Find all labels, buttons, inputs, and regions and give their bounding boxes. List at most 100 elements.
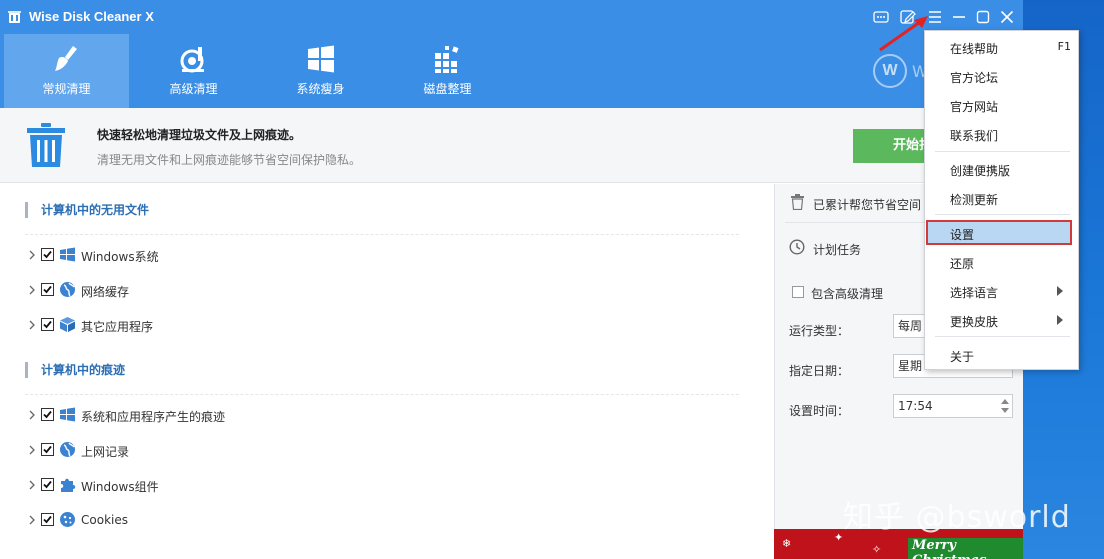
time-input[interactable]: 17:54 xyxy=(893,394,1013,418)
menu-item-label: 创建便携版 xyxy=(950,164,1011,178)
tab-system-slim[interactable]: 系统瘦身 xyxy=(258,34,383,108)
checkbox[interactable] xyxy=(41,478,54,491)
chevron-right-icon[interactable] xyxy=(27,408,37,422)
menu-item-language[interactable]: 选择语言 xyxy=(926,278,1077,303)
menu-item-forum[interactable]: 官方论坛 xyxy=(926,63,1077,88)
trash-small-icon xyxy=(791,194,804,210)
menu-item-label: 关于 xyxy=(950,350,975,364)
broom-icon xyxy=(55,46,77,71)
list-item-label: Windows组件 xyxy=(81,480,159,494)
globe-icon xyxy=(60,442,75,457)
box-icon xyxy=(60,317,75,332)
tab-advanced-clean[interactable]: 高级清理 xyxy=(131,34,256,108)
snowflake-icon: ❄ xyxy=(782,537,792,550)
submenu-arrow-icon xyxy=(1057,315,1063,325)
minimize-icon[interactable] xyxy=(950,8,968,26)
menu-separator xyxy=(935,151,1070,152)
menu-item-online-help[interactable]: 在线帮助 F1 xyxy=(926,34,1077,59)
divider xyxy=(25,394,739,395)
cookie-icon xyxy=(60,512,75,527)
checkbox[interactable] xyxy=(41,513,54,526)
list-item-label: Cookies xyxy=(81,513,128,527)
main-dropdown-menu: 在线帮助 F1 官方论坛 官方网站 联系我们 创建便携版 检测更新 设置 还原 … xyxy=(924,30,1079,370)
tab-label: 常规清理 xyxy=(42,82,91,96)
menu-item-label: 官方网站 xyxy=(950,100,999,114)
checkbox[interactable] xyxy=(41,283,54,296)
divider xyxy=(25,234,739,235)
app-logo-icon xyxy=(8,11,21,23)
checkbox[interactable] xyxy=(41,318,54,331)
list-item-label: 网络缓存 xyxy=(81,285,130,299)
menu-item-about[interactable]: 关于 xyxy=(926,342,1077,367)
menu-separator xyxy=(935,214,1070,215)
tab-label: 高级清理 xyxy=(169,82,218,96)
menu-separator xyxy=(935,336,1070,337)
menu-item-label: 联系我们 xyxy=(950,129,999,143)
menu-item-label: 在线帮助 xyxy=(950,42,999,56)
submenu-arrow-icon xyxy=(1057,286,1063,296)
checkbox[interactable] xyxy=(41,248,54,261)
menu-item-label: 更换皮肤 xyxy=(950,315,999,329)
list-item-label: 系统和应用程序产生的痕迹 xyxy=(81,410,226,424)
section-heading-traces: 计算机中的痕迹 xyxy=(25,362,125,378)
menu-item-skin[interactable]: 更换皮肤 xyxy=(926,307,1077,332)
menu-item-contact[interactable]: 联系我们 xyxy=(926,121,1077,146)
windows-icon xyxy=(60,407,75,422)
chevron-right-icon[interactable] xyxy=(27,283,37,297)
menu-item-website[interactable]: 官方网站 xyxy=(926,92,1077,117)
maximize-icon[interactable] xyxy=(974,8,992,26)
clean-items-pane: 计算机中的无用文件 Windows系统 网络缓存 其它应用程序 计算机中的痕迹 xyxy=(0,184,774,559)
vacuum-icon xyxy=(180,47,204,73)
watermark-text: 知乎 @bsworld xyxy=(843,500,1071,535)
list-item-label: Windows系统 xyxy=(81,250,159,264)
app-window: Wise Disk Cleaner X 常规清理 高级清理 系统瘦身 磁盘整理 … xyxy=(0,0,1023,559)
include-advanced-label: 包含高级清理 xyxy=(811,287,884,301)
time-label: 设置时间： xyxy=(789,404,850,418)
defrag-icon xyxy=(435,46,459,73)
menu-item-label: 官方论坛 xyxy=(950,71,999,85)
schedule-title: 计划任务 xyxy=(813,243,862,257)
tab-label: 系统瘦身 xyxy=(296,82,345,96)
trash-icon xyxy=(27,123,65,167)
chevron-right-icon[interactable] xyxy=(27,248,37,262)
menu-item-label: 选择语言 xyxy=(950,286,999,300)
title-bar: Wise Disk Cleaner X xyxy=(0,0,1023,34)
menu-item-label: 设置 xyxy=(950,228,975,242)
list-item-label: 其它应用程序 xyxy=(81,320,154,334)
brand-logo: W xyxy=(873,54,907,88)
chevron-right-icon[interactable] xyxy=(27,478,37,492)
snowflake-icon: ✧ xyxy=(872,543,882,556)
globe-icon xyxy=(60,282,75,297)
run-type-label: 运行类型： xyxy=(789,324,850,338)
promo-text: Merry Christmas xyxy=(908,538,1023,559)
close-icon[interactable] xyxy=(998,8,1016,26)
main-toolbar: 常规清理 高级清理 系统瘦身 磁盘整理 W W xyxy=(0,34,1023,108)
menu-item-shortcut: F1 xyxy=(1057,40,1071,53)
tab-common-clean[interactable]: 常规清理 xyxy=(4,34,129,108)
puzzle-icon xyxy=(61,478,76,492)
clock-icon xyxy=(789,239,805,255)
menu-item-label: 检测更新 xyxy=(950,193,999,207)
windows-logo-icon xyxy=(308,45,334,73)
saved-space-text: 已累计帮您节省空间 xyxy=(813,198,922,212)
tab-defrag[interactable]: 磁盘整理 xyxy=(385,34,510,108)
windows-icon xyxy=(60,247,75,262)
menu-item-restore[interactable]: 还原 xyxy=(926,249,1077,274)
time-value: 17:54 xyxy=(898,399,933,413)
list-item-label: 上网记录 xyxy=(81,445,130,459)
tab-label: 磁盘整理 xyxy=(423,82,472,96)
checkbox[interactable] xyxy=(41,443,54,456)
summary-banner: 快速轻松地清理垃圾文件及上网痕迹。 清理无用文件和上网痕迹能够节省空间保护隐私。… xyxy=(0,108,1023,183)
section-heading-junk: 计算机中的无用文件 xyxy=(25,202,149,218)
chevron-right-icon[interactable] xyxy=(27,513,37,527)
menu-item-settings[interactable]: 设置 xyxy=(926,220,1072,245)
menu-item-portable[interactable]: 创建便携版 xyxy=(926,156,1077,181)
chevron-right-icon[interactable] xyxy=(27,318,37,332)
chevron-right-icon[interactable] xyxy=(27,443,37,457)
checkbox[interactable] xyxy=(41,408,54,421)
snowflake-icon: ✦ xyxy=(834,531,844,544)
menu-item-check-update[interactable]: 检测更新 xyxy=(926,185,1077,210)
menu-item-label: 还原 xyxy=(950,257,975,271)
spinner-arrows-icon[interactable] xyxy=(999,396,1011,416)
include-advanced-checkbox[interactable] xyxy=(792,286,804,298)
